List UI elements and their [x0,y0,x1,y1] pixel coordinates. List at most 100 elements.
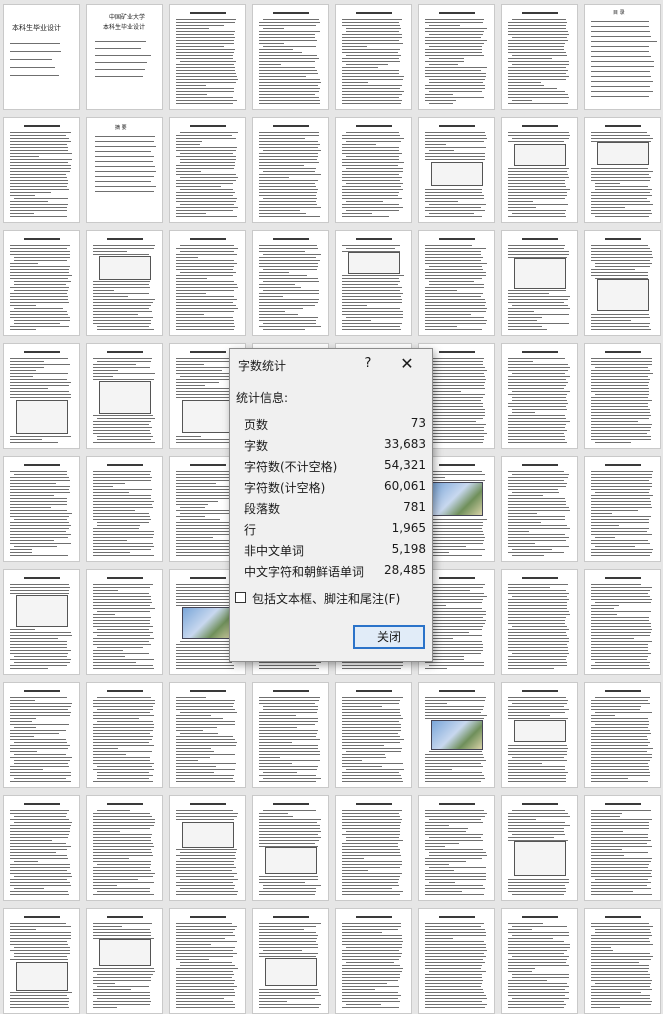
page-thumbnail[interactable] [252,682,329,788]
statistics-heading: 统计信息: [236,391,289,405]
page-figure [182,400,234,433]
page-thumbnail[interactable] [169,4,246,110]
page-thumbnail[interactable] [501,343,578,449]
page-thumbnail[interactable] [169,795,246,901]
page-figure [597,142,649,165]
page-thumbnail[interactable] [584,117,661,223]
page-thumbnail[interactable]: 中国矿业大学 本科生毕业设计 [86,4,163,110]
page-thumbnail[interactable] [335,908,412,1014]
close-button[interactable]: 关闭 [353,625,425,649]
page-thumbnail[interactable] [584,343,661,449]
page-thumbnail[interactable] [584,230,661,336]
page-thumbnail[interactable] [584,456,661,562]
page-thumbnail[interactable] [86,456,163,562]
page-figure [16,595,68,627]
page-thumbnail[interactable] [252,230,329,336]
page-figure [16,400,68,434]
page-figure [265,958,317,986]
page-figure [182,822,234,848]
close-icon[interactable]: ✕ [396,353,418,375]
stat-row-words: 字数 33,683 [230,437,434,457]
page-thumbnail[interactable] [86,908,163,1014]
page-thumbnail[interactable] [169,117,246,223]
page-thumbnail[interactable] [584,682,661,788]
page-thumbnail[interactable] [584,908,661,1014]
page-thumbnail[interactable] [584,569,661,675]
page-thumbnail[interactable] [3,456,80,562]
page-thumbnail[interactable] [501,4,578,110]
page-thumbnail[interactable] [418,230,495,336]
page-thumbnail[interactable] [3,343,80,449]
page-thumbnail[interactable] [252,795,329,901]
page-thumbnail[interactable] [86,795,163,901]
page-thumbnail[interactable] [86,230,163,336]
page-thumbnail[interactable] [335,682,412,788]
page-thumbnail[interactable] [169,682,246,788]
stat-row-paragraphs: 段落数 781 [230,500,434,520]
cover-subtitle: 本科生毕业设计 [103,24,146,31]
stat-label: 行 [244,523,257,537]
page-figure [514,144,566,166]
page-thumbnail[interactable] [335,795,412,901]
page-thumbnail[interactable] [501,682,578,788]
stat-label: 字符数(计空格) [244,481,326,495]
page-figure [597,279,649,311]
page-thumbnail[interactable]: 摘 要 [86,117,163,223]
page-thumbnail[interactable] [501,117,578,223]
page-figure [182,607,234,639]
stat-label: 字数 [244,439,269,453]
page-thumbnail[interactable] [335,117,412,223]
page-figure [431,482,483,516]
stat-value: 54,321 [384,458,426,472]
page-thumbnail[interactable] [584,795,661,901]
page-thumbnail[interactable] [3,908,80,1014]
page-thumbnail[interactable] [3,117,80,223]
page-thumbnail[interactable] [418,117,495,223]
stat-value: 781 [403,500,426,514]
page-thumbnail[interactable] [335,230,412,336]
cover-title: 本科生毕业设计 [12,24,61,32]
page-thumbnail[interactable] [418,795,495,901]
page-thumbnail[interactable] [3,230,80,336]
page-thumbnail[interactable] [418,4,495,110]
page-figure [514,258,566,289]
page-figure [348,252,400,274]
page-thumbnail[interactable] [3,682,80,788]
page-figure [99,939,151,966]
page-figure [514,720,566,742]
stat-value: 33,683 [384,437,426,451]
page-thumbnail[interactable] [169,908,246,1014]
page-thumbnail[interactable] [501,456,578,562]
page-thumbnail[interactable]: 目 录 [584,4,661,110]
include-textboxes-label: 包括文本框、脚注和尾注(F) [252,592,401,606]
stat-value: 5,198 [391,542,426,556]
page-thumbnail[interactable] [501,230,578,336]
page-thumbnail[interactable]: 本科生毕业设计 [3,4,80,110]
stat-label: 页数 [244,418,269,432]
page-thumbnail[interactable] [335,4,412,110]
page-thumbnail[interactable] [86,343,163,449]
page-thumbnail[interactable] [501,569,578,675]
stat-row-chars-with-spaces: 字符数(计空格) 60,061 [230,479,434,499]
help-button[interactable]: ? [358,353,378,375]
page-thumbnail[interactable] [169,230,246,336]
page-thumbnail[interactable] [3,795,80,901]
word-count-dialog: 字数统计 ? ✕ 统计信息: 页数 73 字数 33,683 字符数(不计空格)… [229,348,433,662]
page-thumbnail[interactable] [418,682,495,788]
page-thumbnail[interactable] [86,682,163,788]
stat-row-non-chinese-words: 非中文单词 5,198 [230,542,434,562]
checkbox-icon[interactable] [235,592,246,603]
page-thumbnail[interactable] [86,569,163,675]
page-figure [99,256,151,280]
page-thumbnail[interactable] [418,908,495,1014]
dialog-title: 字数统计 [238,359,287,373]
abstract-heading: 摘 要 [115,125,127,131]
page-thumbnail[interactable] [252,4,329,110]
page-thumbnail[interactable] [252,117,329,223]
page-thumbnail[interactable] [501,908,578,1014]
page-thumbnail[interactable] [3,569,80,675]
page-thumbnail[interactable] [501,795,578,901]
page-thumbnail[interactable] [252,908,329,1014]
stat-label: 非中文单词 [244,544,305,558]
stat-row-lines: 行 1,965 [230,521,434,541]
